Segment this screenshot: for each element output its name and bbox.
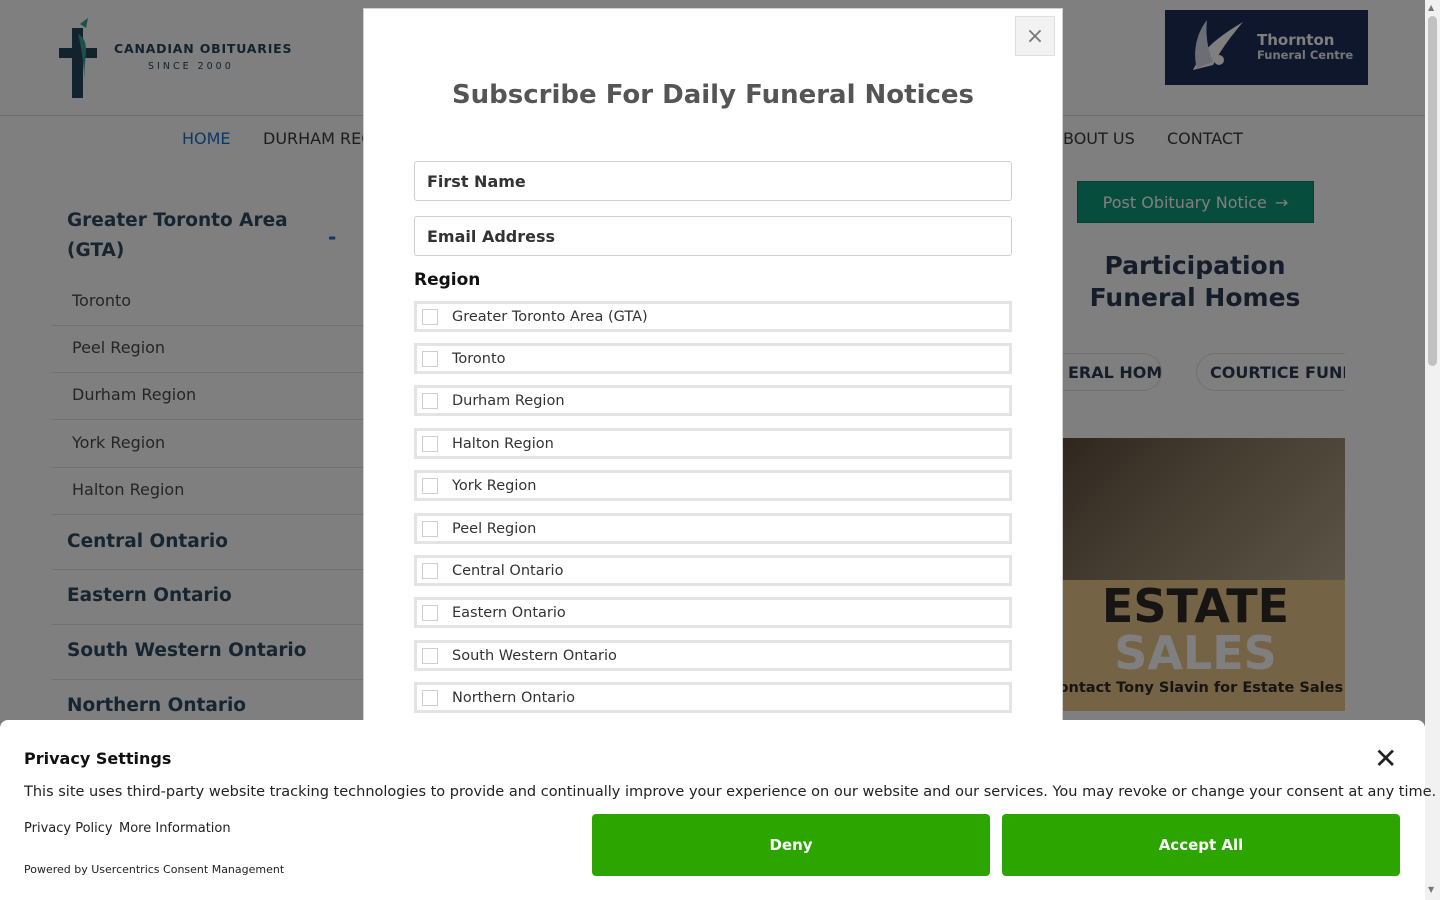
- region-checkbox[interactable]: [422, 647, 438, 664]
- accept-all-button[interactable]: Accept All: [1002, 814, 1400, 876]
- privacy-policy-link[interactable]: Privacy Policy: [24, 821, 113, 836]
- region-option-label: Halton Region: [452, 435, 554, 452]
- email-input[interactable]: [414, 216, 1012, 256]
- region-label: Region: [414, 270, 481, 290]
- region-option-northern-ontario[interactable]: Northern Ontario: [414, 682, 1012, 713]
- region-option-durham[interactable]: Durham Region: [414, 385, 1012, 416]
- region-checkbox[interactable]: [422, 562, 438, 579]
- privacy-settings-title: Privacy Settings: [24, 749, 172, 768]
- deny-label: Deny: [769, 836, 813, 854]
- modal-close-button[interactable]: ×: [1015, 16, 1055, 56]
- region-checkbox[interactable]: [422, 477, 438, 494]
- region-option-south-western-ontario[interactable]: South Western Ontario: [414, 640, 1012, 671]
- region-checkbox[interactable]: [422, 350, 438, 367]
- region-option-label: Eastern Ontario: [452, 604, 566, 621]
- region-option-label: South Western Ontario: [452, 647, 617, 664]
- region-option-york[interactable]: York Region: [414, 470, 1012, 501]
- accept-all-label: Accept All: [1158, 836, 1244, 854]
- region-option-toronto[interactable]: Toronto: [414, 343, 1012, 374]
- region-option-peel[interactable]: Peel Region: [414, 513, 1012, 544]
- region-option-label: Central Ontario: [452, 562, 564, 579]
- deny-button[interactable]: Deny: [592, 814, 990, 876]
- region-option-label: Peel Region: [452, 520, 537, 537]
- region-option-label: York Region: [452, 477, 537, 494]
- region-option-halton[interactable]: Halton Region: [414, 428, 1012, 459]
- region-option-central-ontario[interactable]: Central Ontario: [414, 555, 1012, 586]
- close-icon: ✕: [1374, 742, 1398, 775]
- consent-description: This site uses third-party website track…: [24, 784, 1437, 800]
- region-option-gta[interactable]: Greater Toronto Area (GTA): [414, 301, 1012, 332]
- modal-title: Subscribe For Daily Funeral Notices: [451, 80, 975, 110]
- close-icon: ×: [1025, 23, 1045, 49]
- region-checkbox[interactable]: [422, 604, 438, 621]
- region-checkbox[interactable]: [422, 308, 438, 325]
- scroll-up-icon[interactable]: ▲: [1428, 3, 1434, 12]
- region-checkbox[interactable]: [422, 435, 438, 452]
- region-option-label: Toronto: [452, 350, 506, 367]
- more-information-link[interactable]: More Information: [119, 821, 231, 836]
- powered-by-text: Powered by Usercentrics Consent Manageme…: [24, 863, 285, 876]
- region-option-label: Greater Toronto Area (GTA): [452, 308, 648, 325]
- consent-close-button[interactable]: ✕: [1374, 744, 1397, 774]
- scrollbar-thumb[interactable]: [1428, 16, 1437, 366]
- region-option-label: Northern Ontario: [452, 689, 576, 706]
- region-option-label: Durham Region: [452, 392, 565, 409]
- scroll-down-icon[interactable]: ▼: [1428, 885, 1434, 894]
- region-option-eastern-ontario[interactable]: Eastern Ontario: [414, 597, 1012, 628]
- region-checkbox[interactable]: [422, 689, 438, 706]
- region-checkbox[interactable]: [422, 392, 438, 409]
- region-checkbox[interactable]: [422, 520, 438, 537]
- first-name-input[interactable]: [414, 161, 1012, 201]
